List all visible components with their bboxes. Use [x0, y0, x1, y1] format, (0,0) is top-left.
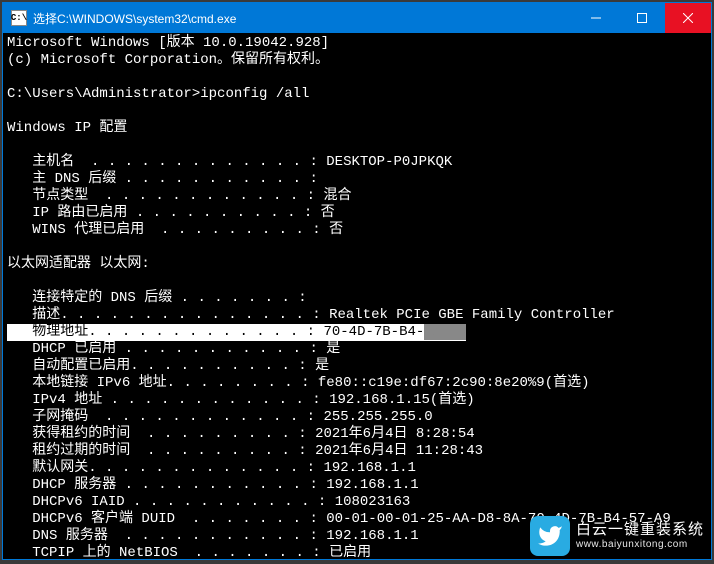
value-ipv4: 192.168.1.15(首选): [329, 392, 475, 408]
label-subnet: 子网掩码: [32, 409, 88, 425]
label-lease-ob: 获得租约的时间: [32, 426, 130, 442]
value-dhcp-srv: 192.168.1.1: [326, 477, 418, 493]
value-lease-ob: 2021年6月4日 8:28:54: [315, 426, 475, 442]
label-dhcp: DHCP 已启用: [32, 341, 116, 357]
label-node-type: 节点类型: [32, 188, 88, 204]
terminal-output[interactable]: Microsoft Windows [版本 10.0.19042.928] (c…: [3, 33, 711, 559]
value-dhcp: 是: [326, 341, 340, 357]
label-dns-suffix: 主 DNS 后缀: [32, 171, 116, 187]
cmd-window: C:\ 选择C:\WINDOWS\system32\cmd.exe Micros…: [2, 2, 712, 560]
close-button[interactable]: [665, 3, 711, 33]
label-autoconf: 自动配置已启用: [32, 358, 130, 374]
label-gateway: 默认网关: [32, 460, 88, 476]
section-ip-config: Windows IP 配置: [7, 120, 127, 136]
value-hostname: DESKTOP-P0JPKQK: [326, 154, 452, 170]
label-mac: 物理地址: [32, 324, 88, 340]
label-ipv6: 本地链接 IPv6 地址: [32, 375, 166, 391]
label-hostname: 主机名: [32, 154, 74, 170]
value-duid: 00-01-00-01-25-AA-D8-8A-70-4D-7B-B4-57-A…: [326, 511, 670, 527]
label-ipv4: IPv4 地址: [32, 392, 102, 408]
label-lease-ex: 租约过期的时间: [32, 443, 130, 459]
value-ip-routing: 否: [321, 205, 335, 221]
label-description: 描述: [32, 307, 60, 323]
value-description: Realtek PCIe GBE Family Controller: [329, 307, 615, 323]
label-ip-routing: IP 路由已启用: [32, 205, 127, 221]
value-autoconf: 是: [315, 358, 329, 374]
section-adapter: 以太网适配器 以太网:: [7, 256, 150, 272]
label-dns-srv: DNS 服务器: [32, 528, 108, 544]
cmd-icon: C:\: [11, 10, 27, 26]
value-node-type: 混合: [323, 188, 351, 204]
prompt-path: C:\Users\Administrator>: [7, 86, 200, 102]
titlebar[interactable]: C:\ 选择C:\WINDOWS\system32\cmd.exe: [3, 3, 711, 33]
value-dns-srv: 192.168.1.1: [326, 528, 418, 544]
value-lease-ex: 2021年6月4日 11:28:43: [315, 443, 483, 459]
value-mac: 70-4D-7B-B4-: [323, 324, 424, 340]
value-ipv6: fe80::c19e:df67:2c90:8e20%9(首选): [318, 375, 590, 391]
value-subnet: 255.255.255.0: [323, 409, 432, 425]
label-netbios: TCPIP 上的 NetBIOS: [32, 545, 178, 559]
value-iaid: 108023163: [335, 494, 411, 510]
label-dhcp-srv: DHCP 服务器: [32, 477, 116, 493]
banner-line1: Microsoft Windows [版本 10.0.19042.928]: [7, 35, 329, 51]
banner-line2: (c) Microsoft Corporation。保留所有权利。: [7, 52, 329, 68]
mac-obscured: XX-XX: [424, 324, 466, 340]
window-title: 选择C:\WINDOWS\system32\cmd.exe: [33, 10, 236, 27]
label-conn-dns: 连接特定的 DNS 后缀: [32, 290, 172, 306]
label-wins-proxy: WINS 代理已启用: [32, 222, 144, 238]
label-duid: DHCPv6 客户端 DUID: [32, 511, 175, 527]
value-gateway: 192.168.1.1: [323, 460, 415, 476]
prompt-command: ipconfig /all: [200, 86, 309, 102]
highlighted-row: 物理地址. . . . . . . . . . . . . : 70-4D-7B…: [7, 324, 466, 341]
value-netbios: 已启用: [329, 545, 371, 559]
minimize-button[interactable]: [573, 3, 619, 33]
value-wins-proxy: 否: [329, 222, 343, 238]
maximize-button[interactable]: [619, 3, 665, 33]
label-iaid: DHCPv6 IAID: [32, 494, 124, 510]
